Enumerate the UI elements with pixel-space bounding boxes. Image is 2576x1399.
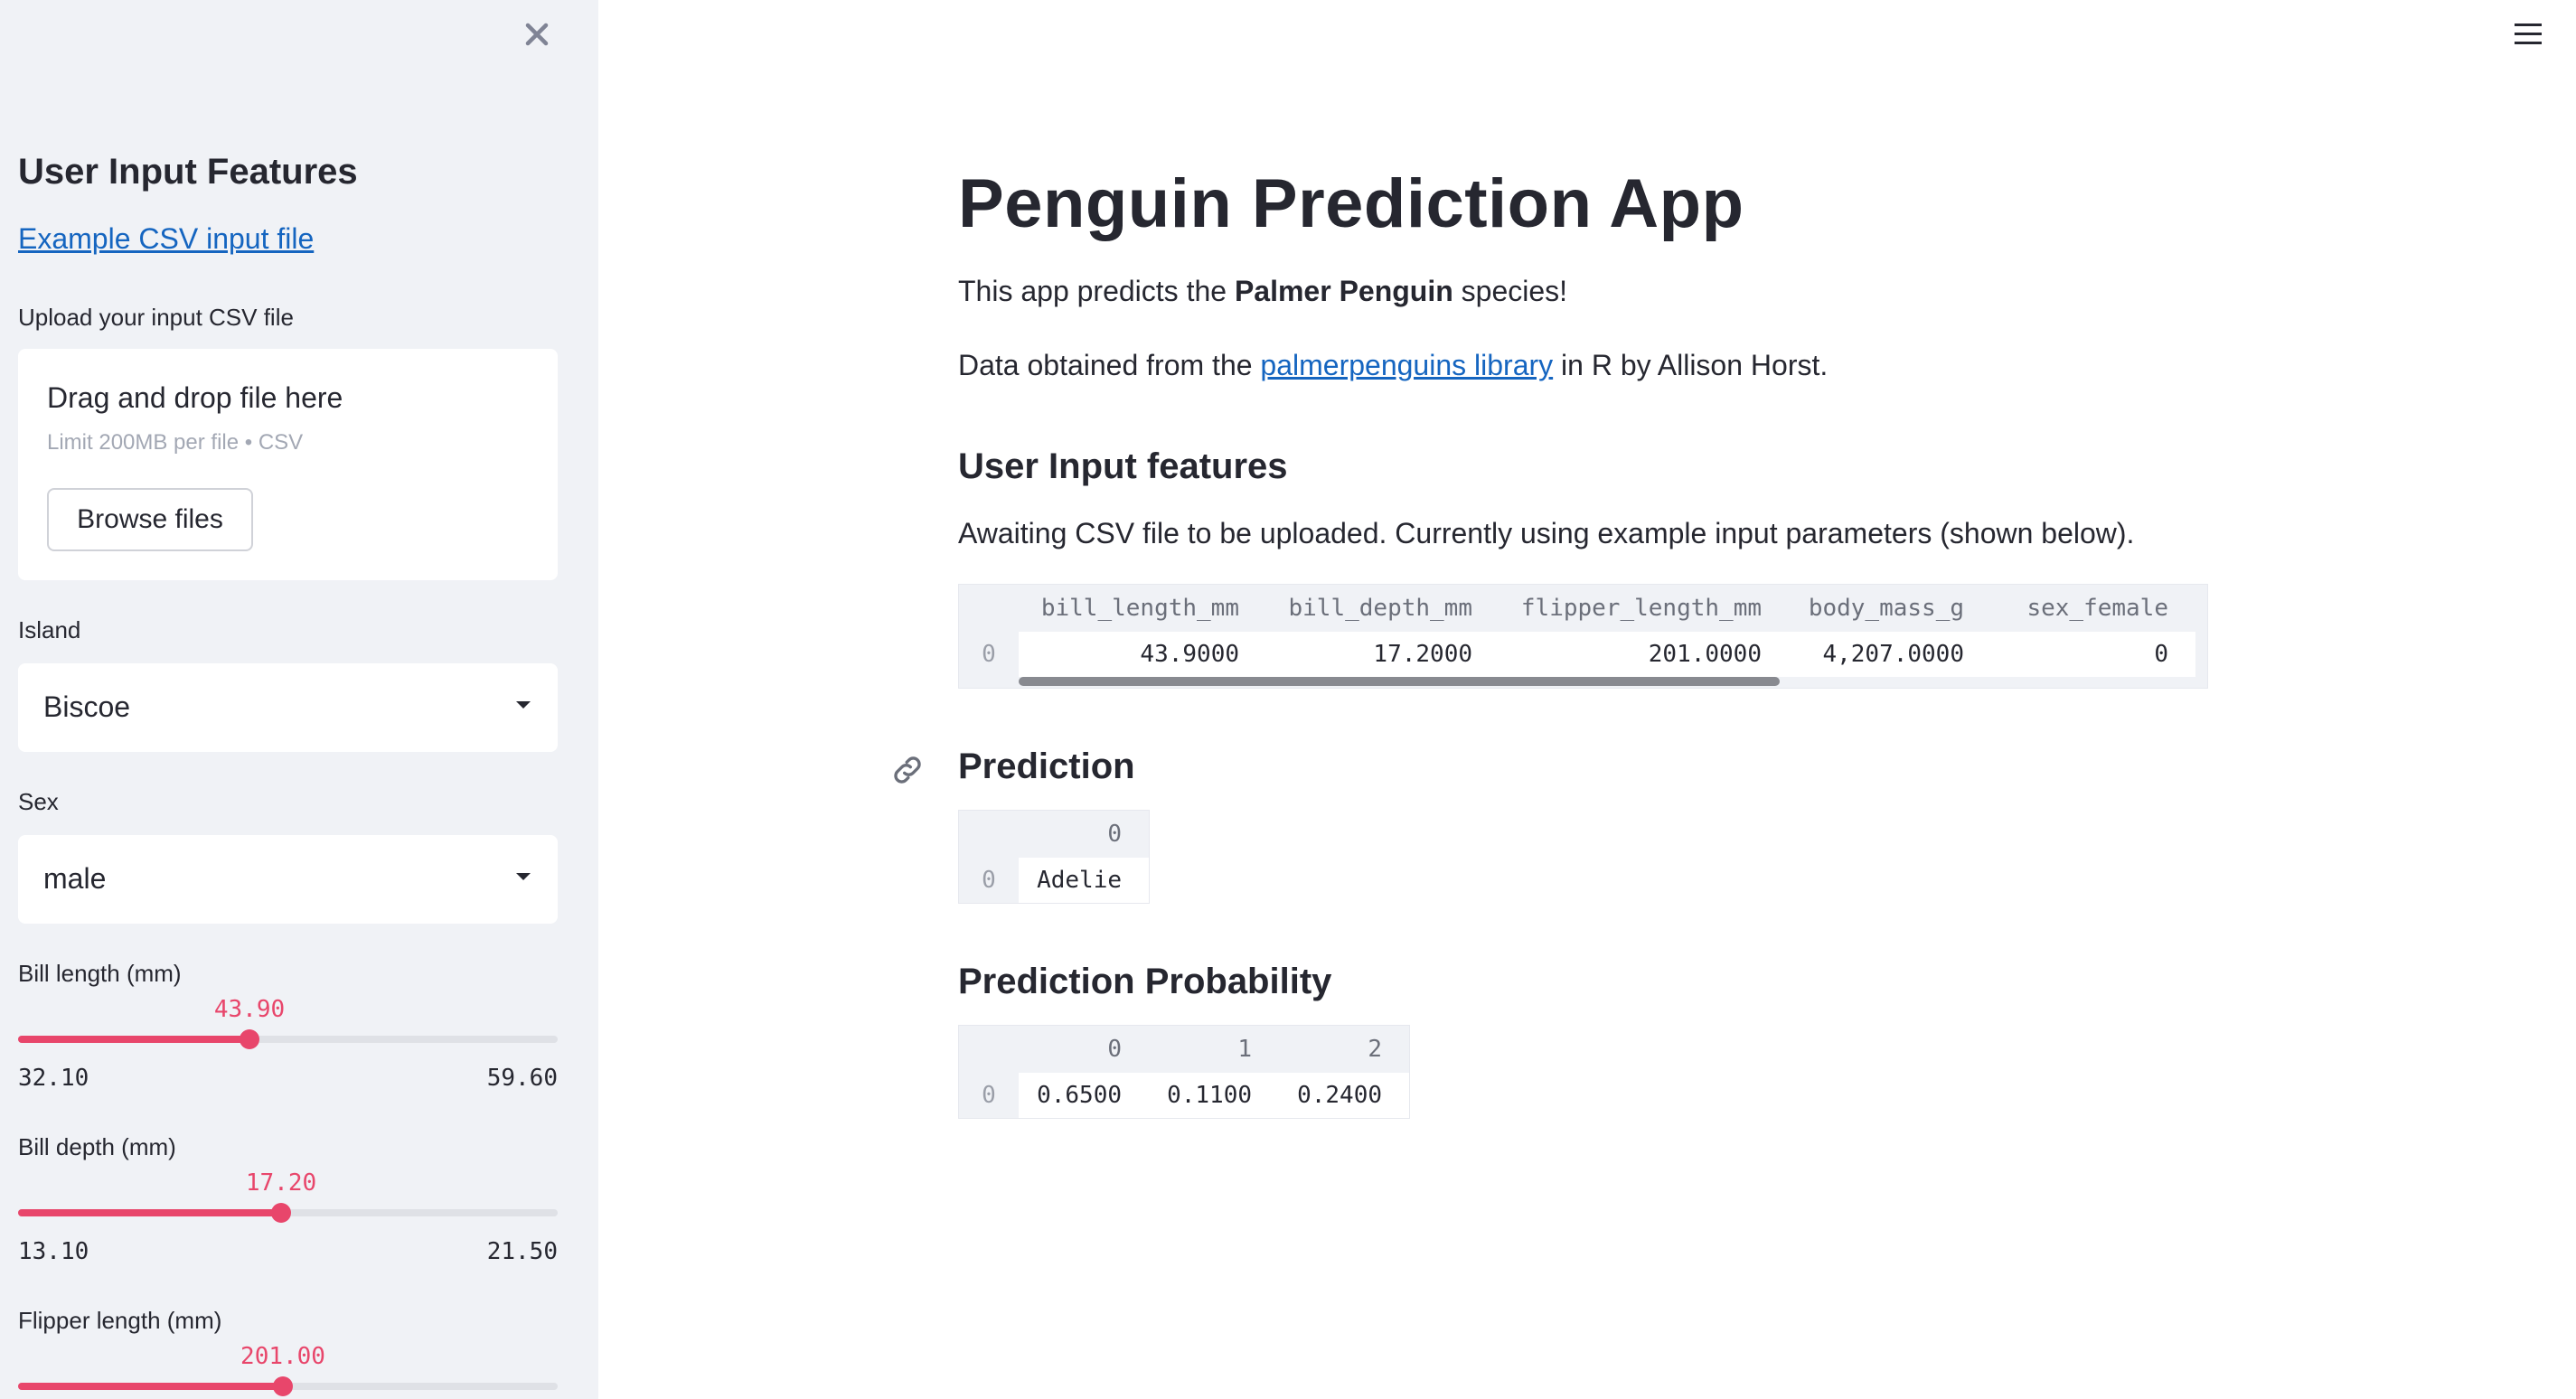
slider-fill xyxy=(18,1036,249,1043)
table-cell: Adelie xyxy=(1019,858,1149,903)
sex-select-value: male xyxy=(43,862,107,895)
data-source-start: Data obtained from the xyxy=(958,349,1261,381)
table-header-row: 0 1 2 xyxy=(959,1026,1409,1073)
input-features-heading: User Input features xyxy=(958,446,1288,486)
bill-length-slider[interactable]: 43.90 32.10 59.60 xyxy=(18,996,558,1095)
index-header xyxy=(959,585,1019,632)
intro-bold: Palmer Penguin xyxy=(1234,275,1453,307)
table-cell: 43.9000 xyxy=(1019,632,1266,677)
table-row: 0 0.6500 0.1100 0.2400 xyxy=(959,1073,1409,1118)
awaiting-text: Awaiting CSV file to be uploaded. Curren… xyxy=(958,517,2135,549)
column-header: 0 xyxy=(1107,821,1122,848)
slider-min: 13.10 xyxy=(18,1238,89,1265)
table-cell: 0.1100 xyxy=(1149,1073,1279,1118)
slider-value: 43.90 xyxy=(213,996,286,1023)
upload-label: Upload your input CSV file xyxy=(18,304,294,331)
table-cell: 0.2400 xyxy=(1279,1073,1409,1118)
slider-value: 17.20 xyxy=(245,1169,317,1197)
prediction-probability-table[interactable]: 0 1 2 0 0.6500 0.1100 0.2400 xyxy=(958,1025,1410,1119)
slider-thumb[interactable] xyxy=(273,1376,293,1396)
slider-value: 201.00 xyxy=(240,1343,325,1370)
table-header-row: bill_length_mm bill_depth_mm flipper_len… xyxy=(959,585,2195,632)
slider-min: 32.10 xyxy=(18,1065,89,1092)
page-title: Penguin Prediction App xyxy=(958,165,1744,242)
chevron-down-icon xyxy=(516,873,531,880)
prediction-heading: Prediction xyxy=(958,746,1135,786)
input-features-table[interactable]: bill_length_mm bill_depth_mm flipper_len… xyxy=(958,584,2208,689)
bill-depth-label: Bill depth (mm) xyxy=(18,1133,176,1160)
browse-files-button[interactable]: Browse files xyxy=(47,488,253,551)
prediction-table[interactable]: 0 0 Adelie xyxy=(958,810,1150,904)
table-header-row: 0 xyxy=(959,811,1149,858)
file-dropzone[interactable]: Drag and drop file here Limit 200MB per … xyxy=(18,349,558,580)
slider-max: 21.50 xyxy=(486,1238,558,1265)
table-cell: 0 xyxy=(1991,632,2195,677)
column-header: body_mass_g xyxy=(1808,595,1964,622)
table-cell: 17.2000 xyxy=(1266,632,1500,677)
data-source-end: in R by Allison Horst. xyxy=(1553,349,1829,381)
bill-length-label: Bill length (mm) xyxy=(18,960,182,987)
sidebar: User Input Features Example CSV input fi… xyxy=(0,0,598,1399)
column-header: 2 xyxy=(1368,1036,1382,1063)
slider-max: 59.60 xyxy=(486,1065,558,1092)
slider-thumb[interactable] xyxy=(271,1203,291,1223)
horizontal-scrollbar[interactable] xyxy=(1019,677,1780,686)
flipper-length-slider[interactable]: 201.00 xyxy=(18,1343,558,1399)
island-label: Island xyxy=(18,616,81,643)
close-icon xyxy=(525,23,549,46)
prediction-probability-heading: Prediction Probability xyxy=(958,962,1332,1001)
sex-select[interactable]: male xyxy=(18,835,558,924)
row-index: 0 xyxy=(959,1073,1019,1118)
dropzone-limit: Limit 200MB per file • CSV xyxy=(47,430,304,455)
flipper-length-label: Flipper length (mm) xyxy=(18,1307,222,1334)
link-anchor-icon[interactable] xyxy=(889,752,926,788)
table-row: 0 Adelie xyxy=(959,858,1149,903)
column-header: flipper_length_mm xyxy=(1520,595,1762,622)
sidebar-title: User Input Features xyxy=(18,152,358,192)
example-csv-link[interactable]: Example CSV input file xyxy=(18,222,314,256)
chevron-down-icon xyxy=(516,701,531,709)
column-header: sex_female xyxy=(2026,595,2168,622)
table-cell: 0.6500 xyxy=(1019,1073,1149,1118)
table-cell: 4,207.0000 xyxy=(1789,632,1991,677)
intro-text-end: species! xyxy=(1453,275,1568,307)
island-select[interactable]: Biscoe xyxy=(18,663,558,752)
table-cell: 201.0000 xyxy=(1500,632,1789,677)
close-sidebar-button[interactable] xyxy=(517,14,557,54)
intro-text: This app predicts the Palmer Penguin spe… xyxy=(958,275,1567,308)
slider-thumb[interactable] xyxy=(240,1029,259,1049)
row-index: 0 xyxy=(959,858,1019,903)
index-header xyxy=(959,1026,1019,1073)
table-row: 0 43.9000 17.2000 201.0000 4,207.0000 0 xyxy=(959,632,2195,677)
main-menu-button[interactable] xyxy=(2513,20,2543,47)
intro-text-start: This app predicts the xyxy=(958,275,1235,307)
palmerpenguins-link[interactable]: palmerpenguins library xyxy=(1260,349,1553,381)
hamburger-menu-icon xyxy=(2515,23,2542,44)
sex-label: Sex xyxy=(18,788,59,815)
data-source-text: Data obtained from the palmerpenguins li… xyxy=(958,349,1828,382)
slider-track[interactable] xyxy=(18,1036,558,1043)
column-header: 1 xyxy=(1237,1036,1252,1063)
column-header: bill_depth_mm xyxy=(1288,595,1473,622)
island-select-value: Biscoe xyxy=(43,690,131,723)
slider-fill xyxy=(18,1383,283,1390)
slider-fill xyxy=(18,1209,281,1216)
bill-depth-slider[interactable]: 17.20 13.10 21.50 xyxy=(18,1169,558,1269)
dropzone-instructions: Drag and drop file here xyxy=(47,381,343,414)
column-header: bill_length_mm xyxy=(1040,595,1239,622)
index-header xyxy=(959,811,1019,858)
column-header: 0 xyxy=(1107,1036,1122,1063)
row-index: 0 xyxy=(959,632,1019,677)
